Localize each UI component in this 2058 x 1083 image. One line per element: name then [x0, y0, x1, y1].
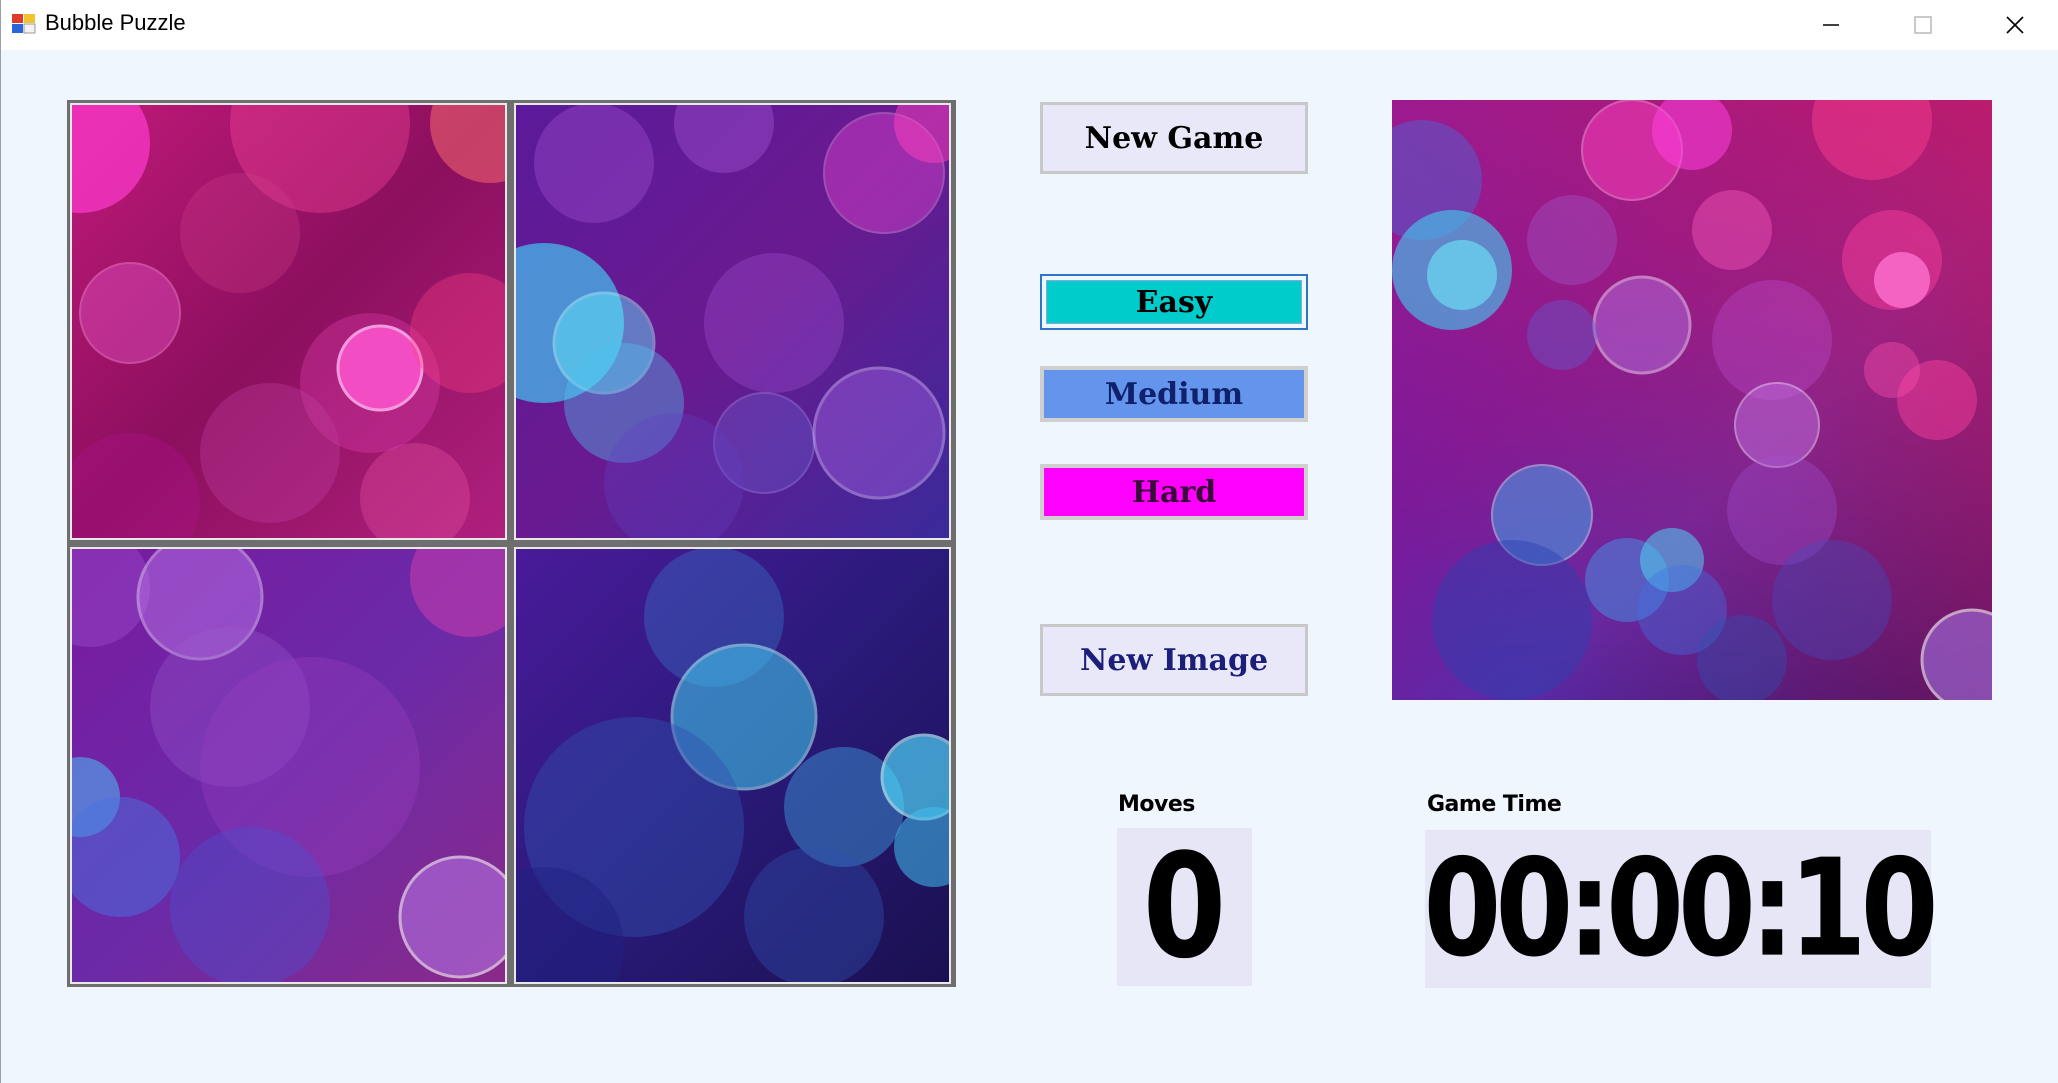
maximize-icon [1914, 16, 1932, 34]
new-game-button[interactable]: New Game [1040, 102, 1308, 174]
app-window: Bubble Puzzle New Game Easy Medium Hard … [0, 0, 2058, 1083]
new-image-button[interactable]: New Image [1040, 624, 1308, 696]
game-time-value: 00:00:10 [1423, 831, 1938, 987]
medium-button[interactable]: Medium [1040, 366, 1308, 422]
puzzle-board [67, 100, 956, 987]
minimize-button[interactable] [1785, 0, 1877, 50]
easy-button[interactable]: Easy [1040, 274, 1308, 330]
game-time-display: 00:00:10 [1423, 830, 1939, 988]
hard-button[interactable]: Hard [1040, 464, 1308, 520]
preview-image [1392, 100, 1992, 700]
puzzle-tile[interactable] [70, 103, 507, 540]
app-icon [11, 12, 37, 36]
moves-value: 0 [1142, 823, 1227, 991]
maximize-button[interactable] [1877, 0, 1969, 50]
title-bar: Bubble Puzzle [1, 0, 2058, 50]
puzzle-tile[interactable] [514, 103, 951, 540]
moves-counter: 0 [1117, 824, 1252, 990]
easy-button-label: Easy [1046, 280, 1302, 324]
minimize-icon [1823, 24, 1839, 26]
window-title: Bubble Puzzle [45, 10, 186, 35]
close-button[interactable] [1969, 0, 2058, 50]
puzzle-tile[interactable] [70, 547, 507, 984]
moves-label: Moves [1118, 792, 1195, 817]
puzzle-tile[interactable] [514, 547, 951, 984]
game-time-label: Game Time [1427, 792, 1562, 817]
close-icon [2006, 16, 2024, 34]
